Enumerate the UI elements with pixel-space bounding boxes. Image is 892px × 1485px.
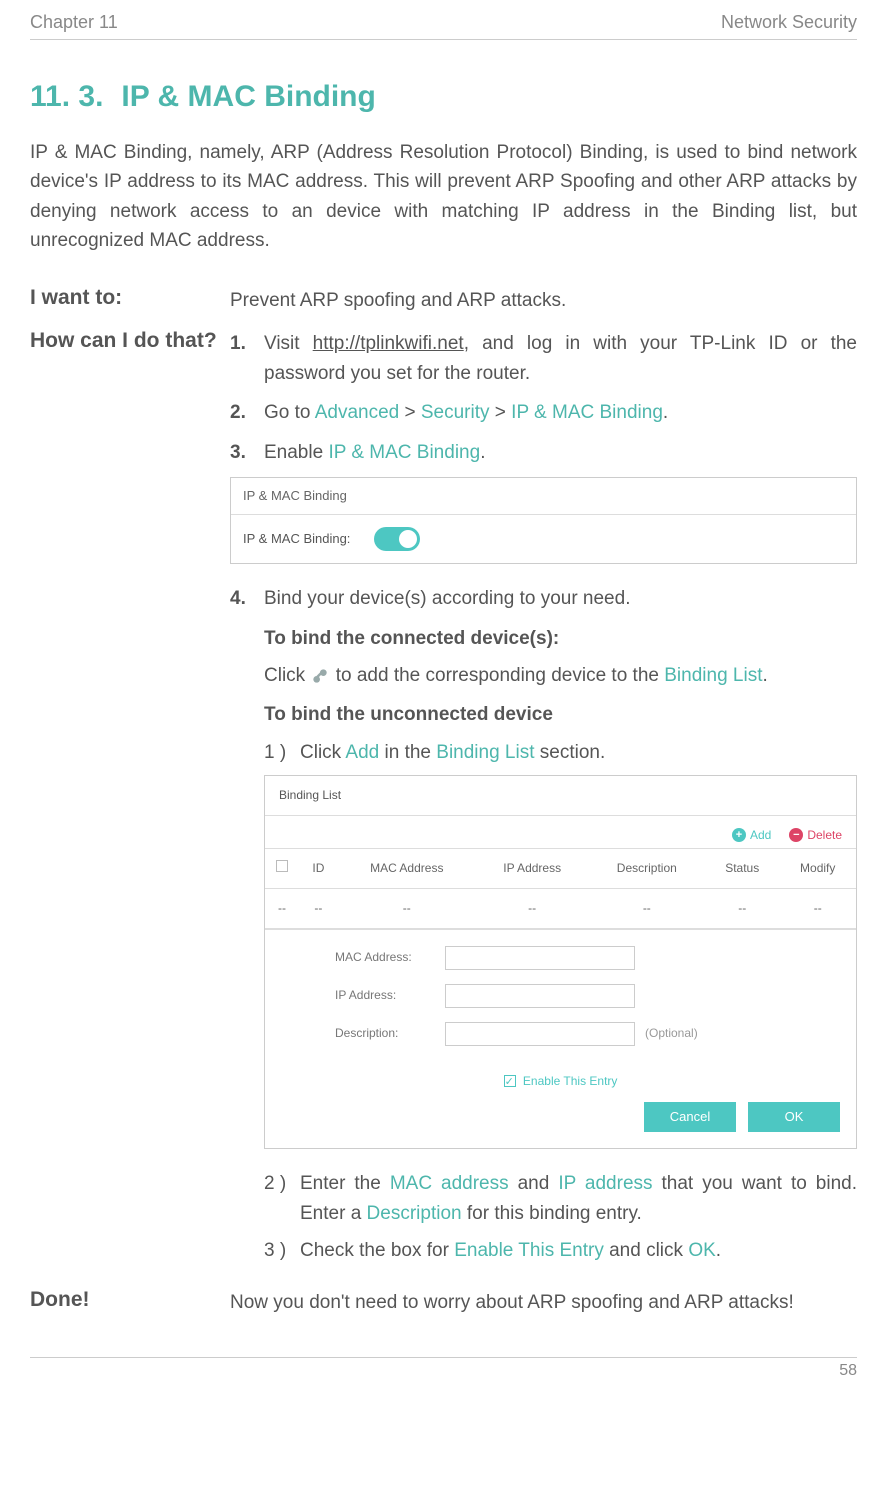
substep-1: 1 ) Click Add in the Binding List sectio… [264,738,857,767]
step-1: 1. Visit http://tplinkwifi.net, and log … [230,329,857,388]
description-input[interactable] [445,1022,635,1046]
select-all-checkbox[interactable] [276,860,288,872]
page-title: 11. 3. IP & MAC Binding [30,80,857,114]
done-text: Now you don't need to worry about ARP sp… [230,1288,857,1317]
binding-list-panel: Binding List + Add − Delete [264,775,857,1149]
minus-icon: − [789,828,803,842]
ip-mac-binding-toggle[interactable] [374,527,420,551]
section-text: IP & MAC Binding [121,80,375,113]
add-button[interactable]: + Add [732,826,771,845]
delete-button[interactable]: − Delete [789,826,842,845]
substep-2: 2 ) Enter the MAC address and IP address… [264,1169,857,1228]
mac-address-input[interactable] [445,946,635,970]
toggle-label: IP & MAC Binding: [243,529,350,549]
section-label: Network Security [721,12,857,33]
bind-unconnected-heading: To bind the unconnected device [264,700,857,729]
page-number: 58 [30,1357,857,1380]
enable-entry-checkbox[interactable] [504,1075,516,1087]
i-want-to-label: I want to: [30,286,230,315]
plus-icon: + [732,828,746,842]
enable-entry-label: Enable This Entry [523,1074,618,1088]
binding-list-title: Binding List [265,776,856,816]
tplink-url-link[interactable]: http://tplinkwifi.net [313,333,464,354]
done-label: Done! [30,1288,230,1317]
ip-address-input[interactable] [445,984,635,1008]
substep-3: 3 ) Check the box for Enable This Entry … [264,1236,857,1265]
binding-table: ID MAC Address IP Address Description St… [265,848,856,928]
cancel-button[interactable]: Cancel [644,1102,736,1132]
description-label: Description: [335,1024,445,1043]
step-4: 4. Bind your device(s) according to your… [230,584,857,613]
bind-connected-heading: To bind the connected device(s): [264,624,857,653]
table-header-row: ID MAC Address IP Address Description St… [265,849,856,889]
chapter-label: Chapter 11 [30,12,118,33]
table-row: -- -- -- -- -- -- -- [265,889,856,929]
page-header: Chapter 11 Network Security [30,12,857,40]
i-want-to-text: Prevent ARP spoofing and ARP attacks. [230,286,857,315]
ip-mac-binding-panel: IP & MAC Binding IP & MAC Binding: [230,477,857,564]
optional-label: (Optional) [645,1024,698,1043]
step-3: 3. Enable IP & MAC Binding. [230,438,857,467]
link-icon[interactable] [310,666,330,686]
panel-title: IP & MAC Binding [231,478,856,515]
section-number: 11. 3. [30,80,103,113]
how-label: How can I do that? [30,329,230,1273]
ok-button[interactable]: OK [748,1102,840,1132]
step-2: 2. Go to Advanced > Security > IP & MAC … [230,398,857,427]
intro-paragraph: IP & MAC Binding, namely, ARP (Address R… [30,138,857,256]
ip-address-label: IP Address: [335,986,445,1005]
mac-address-label: MAC Address: [335,948,445,967]
